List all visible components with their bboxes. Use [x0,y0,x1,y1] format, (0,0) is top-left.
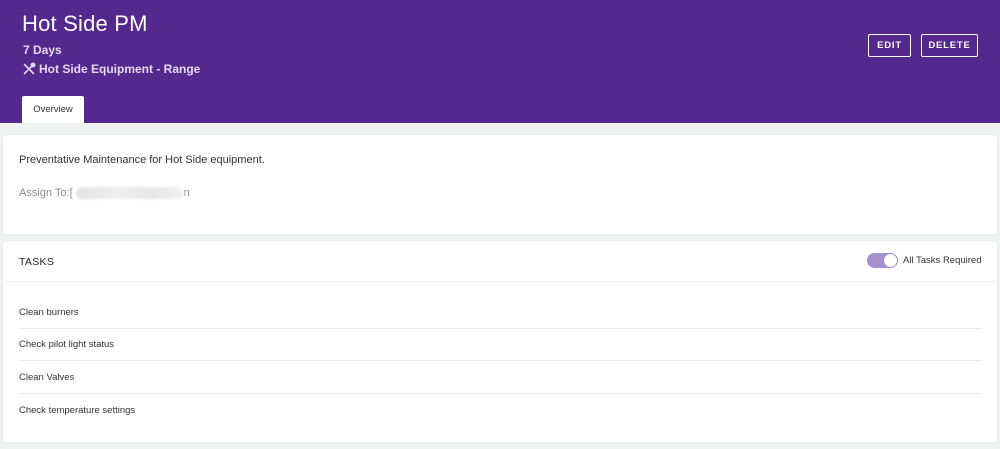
divider [3,281,997,282]
assign-end: n [183,187,190,199]
delete-button[interactable]: DELETE [921,34,978,57]
all-tasks-required-toggle[interactable]: All Tasks Required [867,253,982,268]
equipment-label: Hot Side Equipment - Range [22,62,200,76]
assign-start: [ [69,187,73,199]
toggle-switch[interactable] [867,253,898,268]
tools-icon [22,62,36,76]
task-item: Check temperature settings [19,404,136,416]
frequency-label: 7 Days [23,43,62,57]
equipment-name: Hot Side Equipment - Range [39,62,201,76]
tasks-card: TASKS All Tasks Required Clean burners C… [3,241,997,442]
edit-button[interactable]: EDIT [868,34,911,57]
tab-overview[interactable]: Overview [22,96,84,123]
description-text: Preventative Maintenance for Hot Side eq… [19,154,265,166]
task-item: Clean Valves [19,362,982,394]
redacted-assignee [75,187,184,199]
task-item: Check pilot light status [19,329,982,361]
page-title: Hot Side PM [22,11,148,36]
toggle-label: All Tasks Required [903,255,982,266]
assign-to: Assign To: [ n [19,187,190,199]
toggle-knob [884,254,897,267]
assign-label: Assign To: [19,187,70,199]
task-item: Clean burners [19,297,982,329]
overview-card: Preventative Maintenance for Hot Side eq… [3,135,997,234]
tasks-heading: TASKS [19,256,55,268]
page-header: Hot Side PM 7 Days Hot Side Equipment - … [0,0,1000,123]
